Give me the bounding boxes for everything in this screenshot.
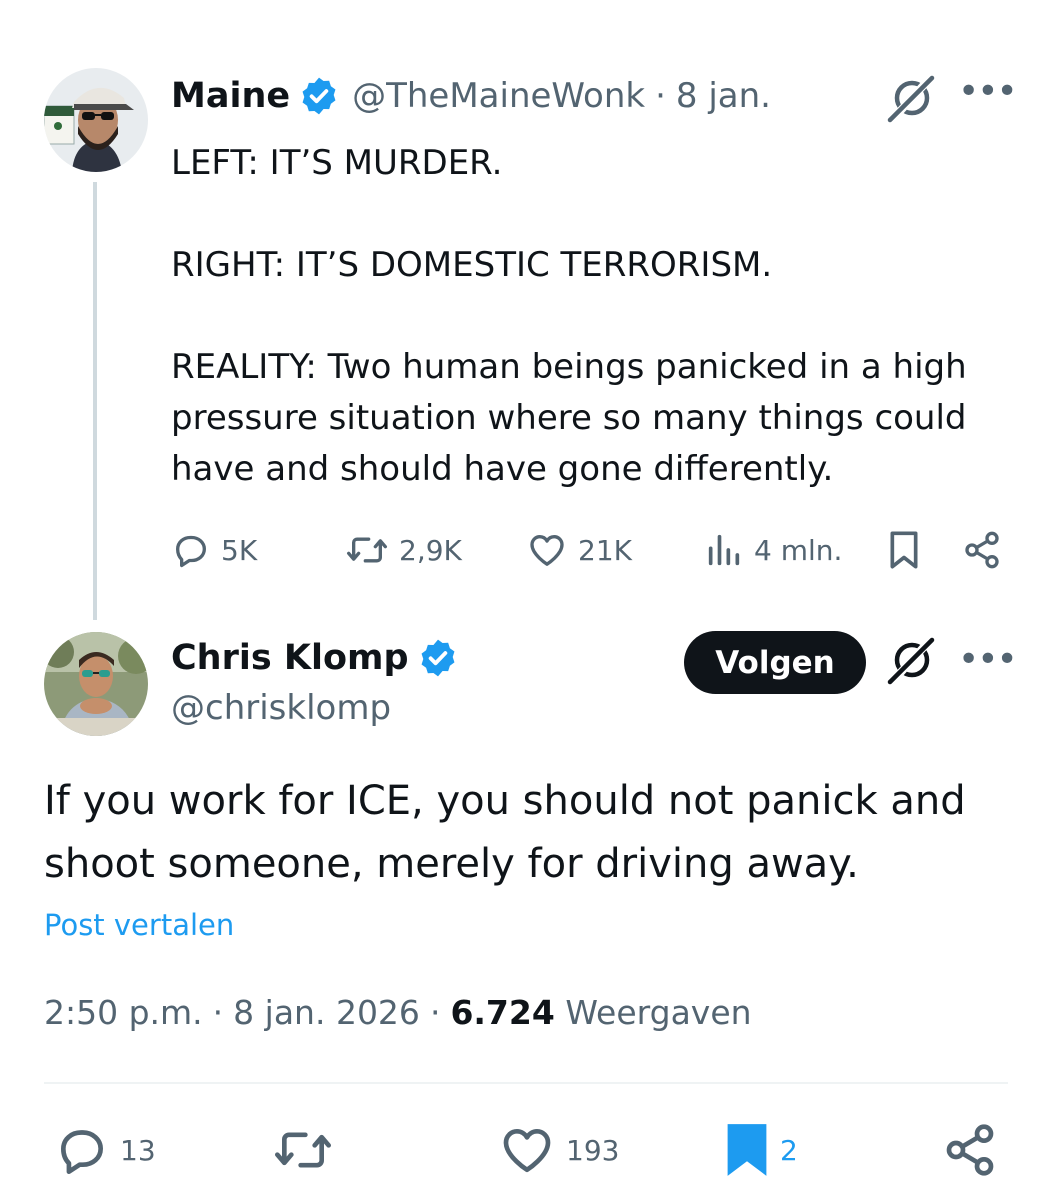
main-reply-button[interactable]: 13 [54,1120,156,1180]
tweet-meta: 2:50 p.m. · 8 jan. 2026 · 6.724 Weergaven [44,993,752,1032]
parent-handle[interactable]: @TheMaineWonk [352,76,645,116]
main-display-name[interactable]: Chris Klomp [171,638,409,678]
like-icon [530,535,564,566]
tweet-time[interactable]: 2:50 p.m. [44,993,203,1032]
repost-icon [275,1132,331,1168]
share-icon [946,1124,994,1176]
main-tweet-text: If you work for ICE, you should not pani… [44,778,966,887]
main-tweet-header: Chris Klomp [171,634,459,682]
parent-action-bar: 5K 2,9K 21K 4 mln. [0,522,1051,578]
more-icon[interactable]: ••• [958,74,1018,110]
parent-like-button[interactable]: 21K [526,522,632,578]
grok-icon[interactable] [886,634,938,686]
parent-reply-count: 5K [221,533,258,567]
maine-avatar[interactable] [44,68,148,172]
more-icon[interactable]: ••• [958,642,1018,678]
main-repost-button[interactable] [272,1120,334,1180]
parent-tweet-header: Maine @TheMaineWonk · 8 jan. [171,72,771,120]
parent-views-button[interactable]: 4 mln. [704,522,842,578]
meta-separator: · [429,993,441,1032]
reply-icon [61,1130,103,1175]
chris-klomp-avatar[interactable] [44,632,148,736]
bookmark-icon [727,1124,767,1176]
parent-tweet-text: LEFT: IT’S MURDER. RIGHT: IT’S DOMESTIC … [171,138,1021,495]
main-reply-count: 13 [120,1133,156,1167]
parent-share-button[interactable] [962,522,1002,578]
parent-reply-button[interactable]: 5K [171,522,257,578]
parent-paragraph-2: RIGHT: IT’S DOMESTIC TERRORISM. [171,245,773,285]
translate-post-link[interactable]: Post vertalen [44,908,234,942]
parent-paragraph-3: REALITY: Two human beings panicked in a … [171,347,967,489]
main-action-bar: 13 193 2 [0,1120,1051,1180]
verified-badge-icon [302,77,336,115]
main-handle[interactable]: @chrisklomp [171,688,391,728]
main-bookmark-count: 2 [780,1133,798,1167]
parent-paragraph-1: LEFT: IT’S MURDER. [171,143,503,183]
like-icon [503,1129,551,1173]
views-icon [708,534,740,566]
views-label: Weergaven [565,993,752,1032]
verified-badge-icon [421,639,455,677]
parent-repost-button[interactable]: 2,9K [345,522,462,578]
share-icon [965,531,999,569]
meta-separator: · [655,76,666,116]
follow-button[interactable]: Volgen [684,631,866,694]
parent-date[interactable]: 8 jan. [676,76,771,116]
parent-like-count: 21K [578,533,632,567]
main-like-button[interactable]: 193 [498,1120,619,1180]
views-count: 6.724 [450,993,555,1032]
parent-display-name[interactable]: Maine [171,76,290,116]
bookmark-icon [890,531,918,569]
parent-repost-count: 2,9K [399,533,462,567]
main-like-count: 193 [566,1133,620,1167]
parent-views-count: 4 mln. [754,533,843,567]
meta-separator: · [212,993,224,1032]
divider [44,1082,1008,1084]
main-share-button[interactable] [942,1120,998,1180]
main-bookmark-button[interactable]: 2 [724,1120,798,1180]
repost-icon [346,537,387,563]
grok-icon[interactable] [886,72,938,124]
reply-icon [176,535,206,568]
tweet-date[interactable]: 8 jan. 2026 [233,993,420,1032]
parent-bookmark-button[interactable] [884,522,924,578]
